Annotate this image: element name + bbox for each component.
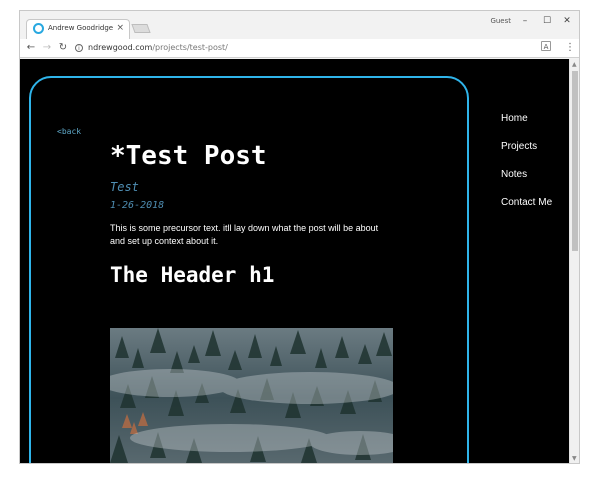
browser-tab[interactable]: Andrew Goodridge × [26,19,130,39]
page-viewport: <back *Test Post Test 1-26-2018 This is … [20,59,570,463]
url-path: /projects/test-post/ [152,43,228,52]
maximize-button[interactable]: ☐ [537,14,557,28]
favicon-icon [33,23,44,34]
post-date: 1-26-2018 [110,200,165,211]
close-tab-icon[interactable]: × [116,23,124,33]
new-tab-button[interactable] [131,24,151,33]
minimize-button[interactable]: – [515,14,535,28]
reload-icon[interactable]: ↻ [56,41,70,55]
nav-link-notes[interactable]: Notes [501,169,527,180]
page-scrollbar[interactable]: ▲ ▼ [569,59,579,463]
nav-link-projects[interactable]: Projects [501,141,537,152]
url-host: ndrewgood.com [88,43,153,52]
forest-photo [110,328,393,463]
address-bar[interactable]: i ndrewgood.com/projects/test-post/ [73,41,543,56]
scroll-thumb[interactable] [572,71,578,251]
browser-window: Andrew Goodridge × Guest – ☐ ✕ ← → ↻ i n… [19,10,580,464]
post-header: The Header h1 [110,263,275,287]
tab-title: Andrew Goodridge [48,24,114,32]
back-arrow-icon[interactable]: ← [24,41,38,55]
menu-icon[interactable]: ⋮ [565,41,575,55]
back-link[interactable]: <back [57,127,81,136]
translate-icon[interactable]: A [541,41,551,51]
tab-strip: Andrew Goodridge × Guest – ☐ ✕ [20,11,579,39]
post-intro: This is some precursor text. itll lay do… [110,223,379,246]
info-icon[interactable]: i [75,44,83,52]
scroll-up-icon[interactable]: ▲ [572,61,577,68]
browser-toolbar: ← → ↻ i ndrewgood.com/projects/test-post… [20,39,579,58]
url-text[interactable]: ndrewgood.com/projects/test-post/ [88,43,228,52]
nav-link-contact[interactable]: Contact Me [501,197,552,208]
scroll-down-icon[interactable]: ▼ [572,455,577,462]
forest-photo-icon [110,328,393,463]
profile-label[interactable]: Guest [490,17,511,25]
nav-link-home[interactable]: Home [501,113,528,124]
forward-arrow-icon[interactable]: → [40,41,54,55]
close-window-button[interactable]: ✕ [557,14,577,28]
post-subtitle: Test [110,180,139,194]
post-title: *Test Post [110,141,267,171]
